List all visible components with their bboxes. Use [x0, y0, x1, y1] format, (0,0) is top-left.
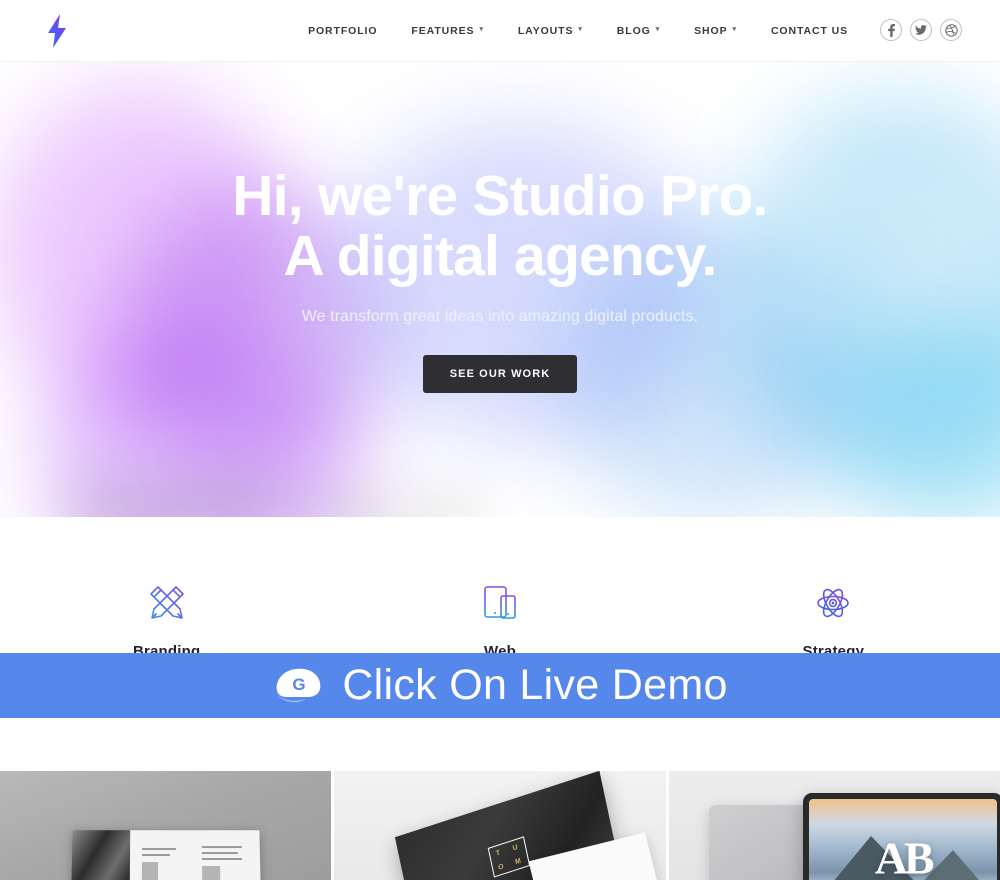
nav-item-portfolio[interactable]: PORTFOLIO	[291, 0, 394, 62]
nav-label: FEATURES	[411, 25, 475, 37]
nav-label: PORTFOLIO	[308, 25, 378, 37]
nav-item-shop[interactable]: SHOP ▾	[677, 0, 754, 62]
business-card-monogram: T U O M	[487, 836, 531, 878]
nav-label: CONTACT US	[770, 25, 848, 37]
dribbble-icon[interactable]	[940, 19, 962, 41]
tablet-phone-icon	[476, 579, 524, 627]
service-card-web[interactable]: Web	[333, 517, 666, 757]
hero-title: Hi, we're Studio Pro. A digital agency.	[232, 164, 768, 288]
nav-item-features[interactable]: FEATURES ▾	[394, 0, 500, 62]
facebook-icon[interactable]	[880, 19, 902, 41]
screen-logo: AB	[874, 832, 935, 880]
crossed-pencils-icon	[143, 579, 191, 627]
chevron-down-icon: ▾	[578, 26, 583, 33]
live-demo-text: Click On Live Demo	[342, 661, 728, 709]
magazine-photo-page	[71, 830, 131, 880]
see-our-work-button[interactable]: SEE OUR WORK	[422, 355, 578, 393]
portfolio-item-magazine-spread[interactable]	[0, 771, 332, 880]
lightning-bolt-logo[interactable]	[38, 11, 76, 51]
magazine-spread-image	[71, 830, 261, 880]
g-badge-icon: G	[272, 663, 328, 709]
portfolio-item-laptop-mockup[interactable]: AB	[668, 771, 1000, 880]
nav-label: LAYOUTS	[517, 25, 574, 37]
monogram-letter: M	[514, 856, 523, 866]
nav-item-layouts[interactable]: LAYOUTS ▾	[501, 0, 600, 62]
svg-text:G: G	[293, 675, 306, 694]
laptop-screen: AB	[808, 799, 997, 880]
laptop-front-image: AB	[802, 793, 1000, 880]
nav-label: SHOP	[694, 25, 728, 37]
main-navigation: PORTFOLIO FEATURES ▾ LAYOUTS ▾ BLOG ▾ SH…	[291, 0, 865, 62]
atom-icon	[809, 579, 857, 627]
service-card-strategy[interactable]: Strategy	[667, 517, 1000, 757]
portfolio-item-business-card[interactable]: T U O M	[334, 771, 666, 880]
chevron-down-icon: ▾	[655, 26, 661, 33]
service-card-branding[interactable]: Branding	[0, 517, 333, 757]
site-header: PORTFOLIO FEATURES ▾ LAYOUTS ▾ BLOG ▾ SH…	[0, 0, 1000, 62]
live-demo-banner[interactable]: G Click On Live Demo	[0, 653, 1000, 718]
nav-item-blog[interactable]: BLOG ▾	[600, 0, 677, 62]
services-section: Branding Web Strategy	[0, 517, 1000, 757]
nav-item-contact-us[interactable]: CONTACT US	[754, 0, 865, 62]
nav-label: BLOG	[616, 25, 651, 37]
landing-page: PORTFOLIO FEATURES ▾ LAYOUTS ▾ BLOG ▾ SH…	[0, 0, 1000, 880]
chevron-down-icon: ▾	[732, 26, 737, 33]
twitter-icon[interactable]	[910, 19, 932, 41]
hero-section: Hi, we're Studio Pro. A digital agency. …	[0, 62, 1000, 517]
portfolio-grid: T U O M AB	[0, 771, 1000, 880]
social-links	[880, 19, 962, 41]
hero-subtitle: We transform great ideas into amazing di…	[301, 308, 699, 325]
chevron-down-icon: ▾	[479, 26, 484, 33]
monogram-letter: T	[495, 848, 503, 858]
monogram-letter: O	[497, 862, 506, 872]
monogram-letter: U	[512, 843, 520, 853]
